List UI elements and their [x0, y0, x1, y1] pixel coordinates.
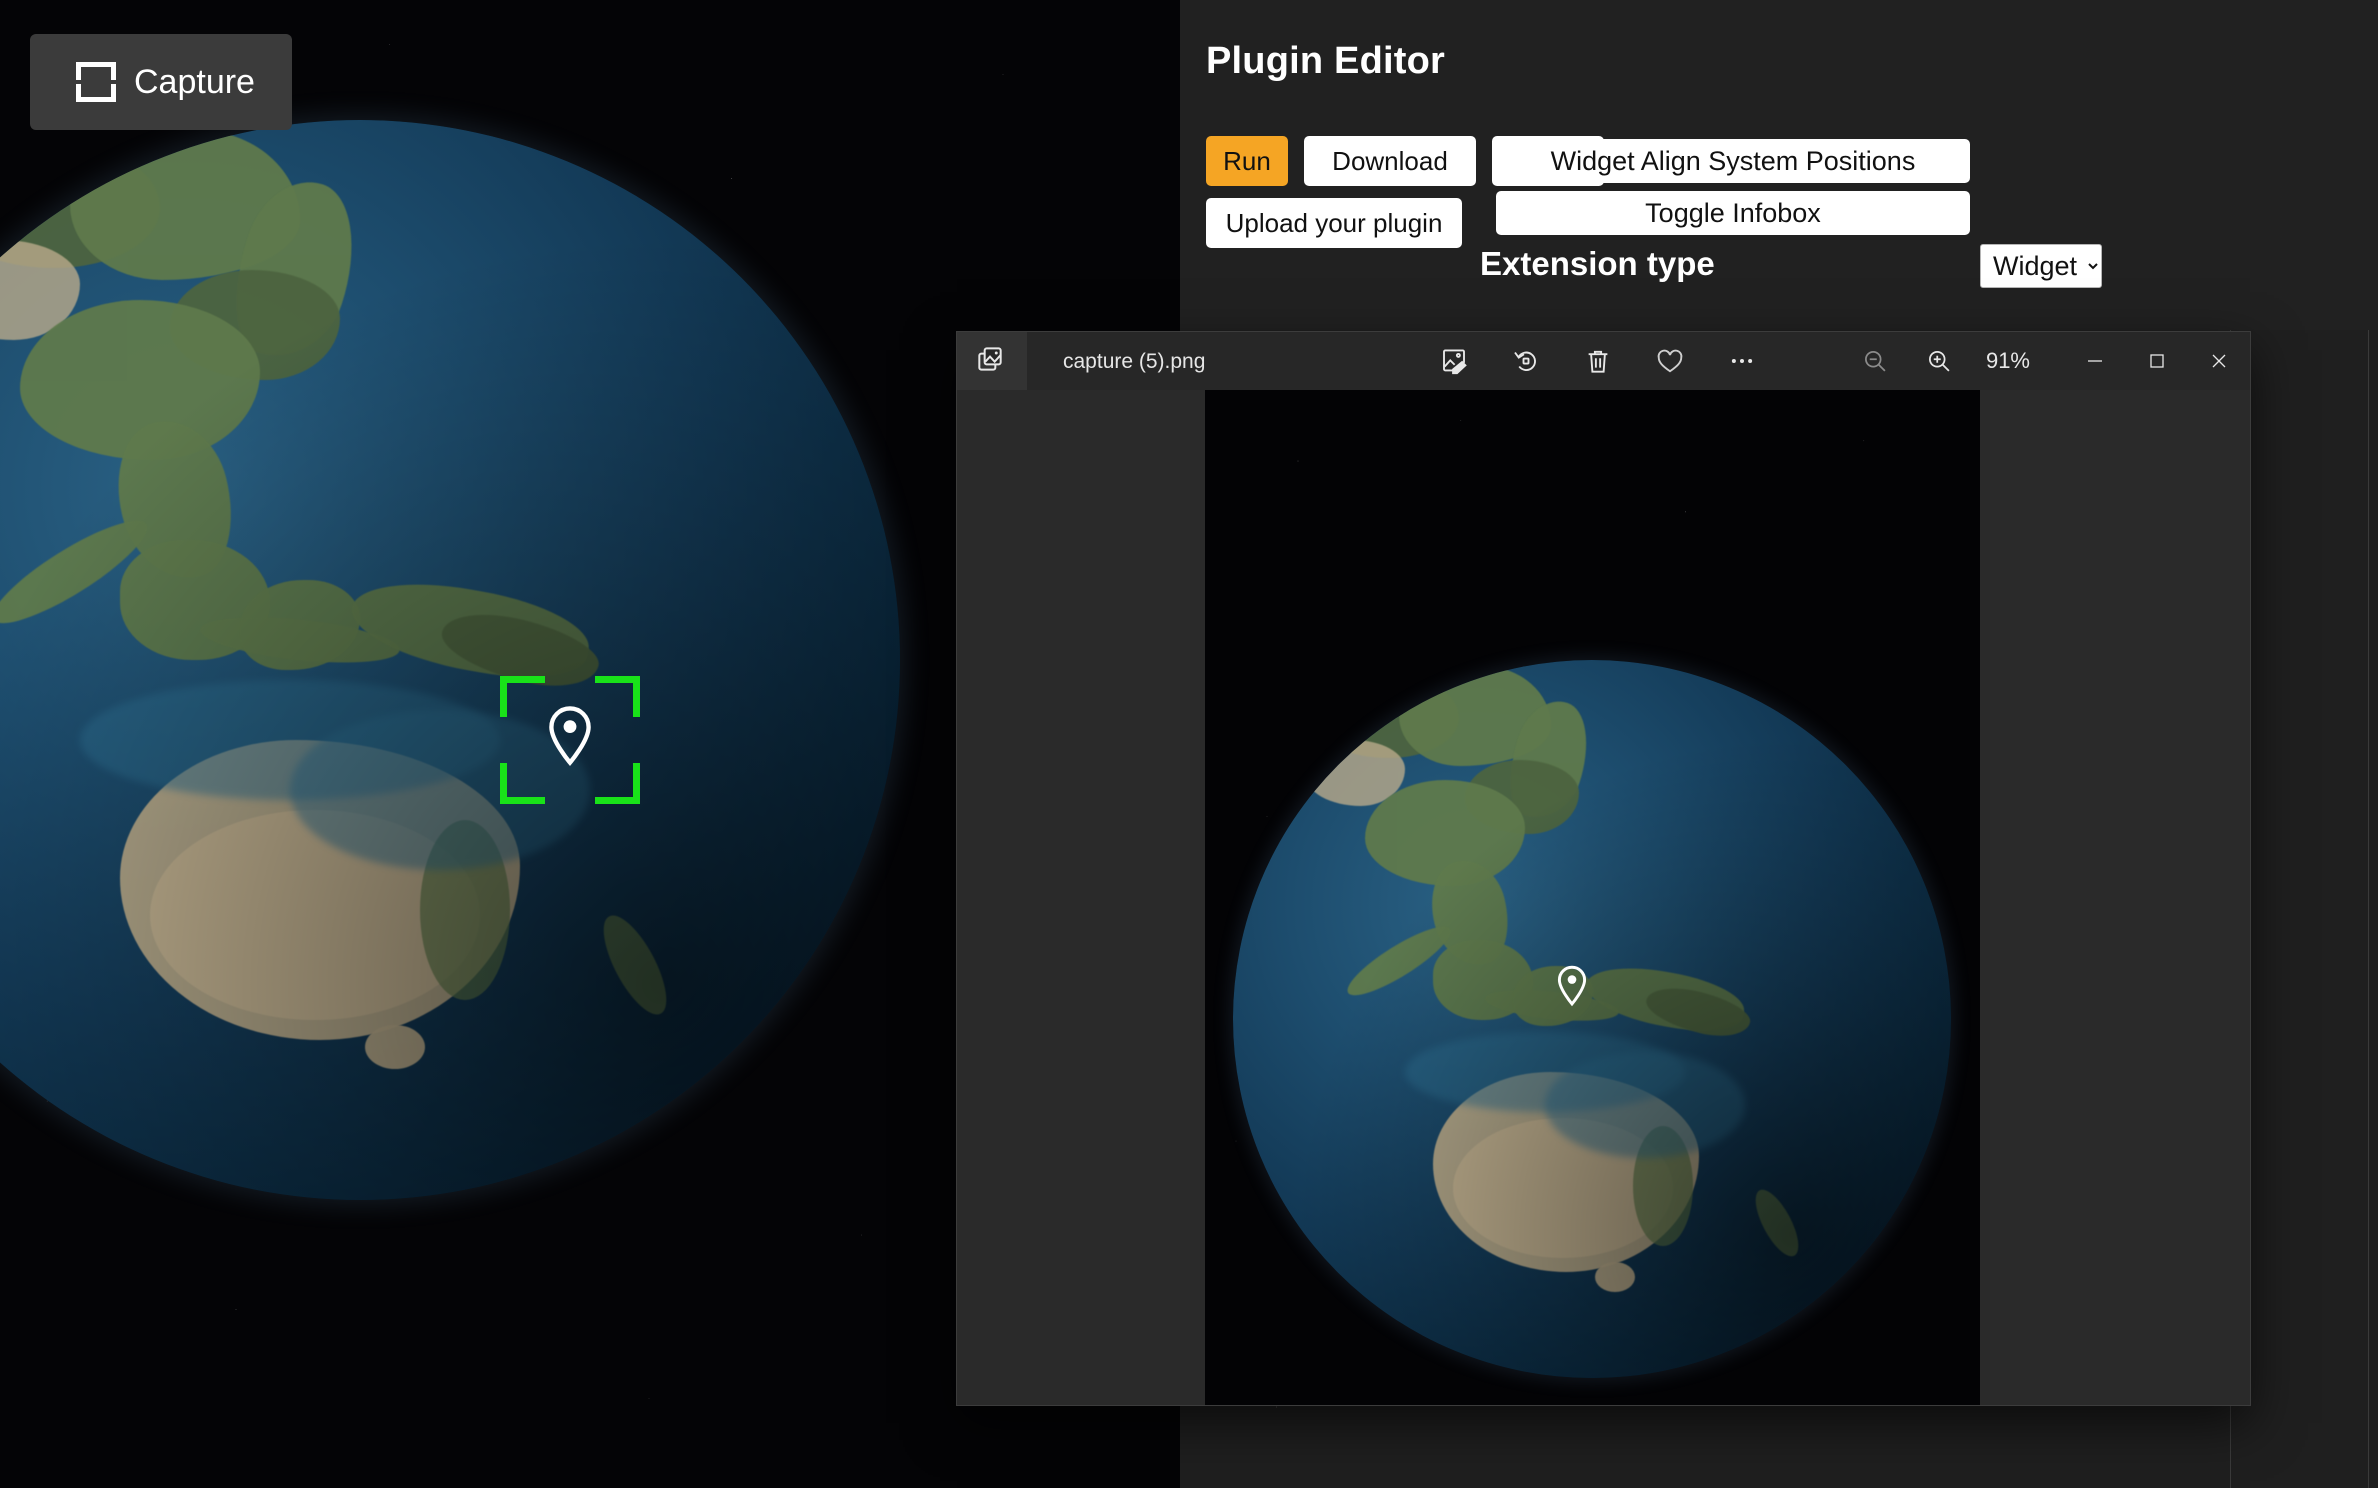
bracket-top-left	[500, 676, 545, 717]
edit-image-icon[interactable]	[1437, 344, 1471, 378]
captured-image	[1205, 390, 1980, 1405]
capture-button-label: Capture	[134, 62, 255, 101]
photo-viewer-titlebar[interactable]: capture (5).png 91%	[957, 332, 2250, 390]
extension-type-select[interactable]: Widget	[1980, 244, 2102, 288]
photo-viewer-canvas[interactable]	[957, 390, 2250, 1405]
bracket-top-right	[595, 676, 640, 717]
photo-viewer-toolbar	[1437, 332, 1759, 390]
capture-frame-icon	[76, 62, 116, 102]
page-title: Plugin Editor	[1206, 40, 1446, 82]
map-pin-icon	[1555, 965, 1589, 1012]
toggle-infobox-button[interactable]: Toggle Infobox	[1496, 191, 1970, 235]
more-options-icon[interactable]	[1725, 344, 1759, 378]
download-button[interactable]: Download	[1304, 136, 1476, 186]
zoom-out-icon[interactable]	[1858, 344, 1892, 378]
maximize-icon[interactable]	[2126, 332, 2188, 390]
capture-selection-frame	[500, 676, 640, 804]
bracket-bottom-left	[500, 763, 545, 804]
run-button[interactable]: Run	[1206, 136, 1288, 186]
widget-align-system-positions-button[interactable]: Widget Align System Positions	[1496, 139, 1970, 183]
zoom-controls: 91%	[1858, 344, 2030, 378]
screen: Capture one" xmln stroke-l stroke-l " st…	[0, 0, 2378, 1488]
rotate-icon[interactable]	[1509, 344, 1543, 378]
delete-icon[interactable]	[1581, 344, 1615, 378]
globe-screenshot	[1233, 660, 1951, 1378]
photo-viewer-window: capture (5).png 91%	[957, 332, 2250, 1405]
globe-sphere	[0, 120, 900, 1200]
minimize-icon[interactable]	[2064, 332, 2126, 390]
photo-viewer-window-controls: 91%	[1858, 332, 2250, 390]
globe-main[interactable]	[0, 120, 900, 1200]
close-icon[interactable]	[2188, 332, 2250, 390]
favorite-icon[interactable]	[1653, 344, 1687, 378]
globe-sphere	[1233, 660, 1951, 1378]
bracket-bottom-right	[595, 763, 640, 804]
map-pin-icon[interactable]	[544, 705, 596, 772]
zoom-in-icon[interactable]	[1922, 344, 1956, 378]
extension-type-label: Extension type	[1480, 245, 1715, 282]
photos-app-icon	[957, 332, 1027, 390]
upload-plugin-button[interactable]: Upload your plugin	[1206, 198, 1462, 248]
zoom-level-label: 91%	[1985, 348, 2030, 373]
capture-button[interactable]: Capture	[30, 34, 292, 130]
file-name-label: capture (5).png	[1063, 350, 1206, 373]
